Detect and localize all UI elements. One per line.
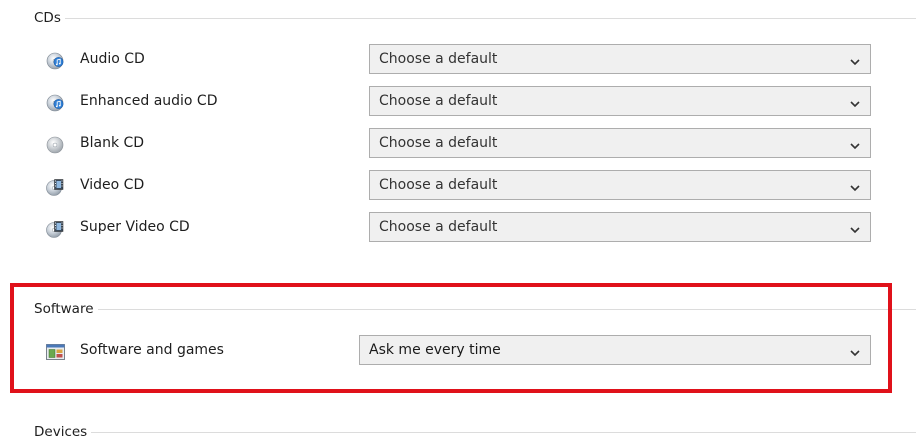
setting-row-video-cd: Video CD Choose a default <box>46 170 876 202</box>
setting-row-super-video-cd: Super Video CD Choose a default <box>46 212 876 244</box>
video-cd-icon <box>46 178 64 196</box>
cds-group-header: CDs <box>34 8 916 28</box>
super-video-cd-default-dropdown[interactable]: Choose a default <box>369 212 871 242</box>
dropdown-selected-value: Choose a default <box>379 135 498 151</box>
cds-group-title: CDs <box>34 10 61 26</box>
group-divider <box>64 17 916 19</box>
software-group-title: Software <box>34 301 94 317</box>
dropdown-selected-value: Choose a default <box>379 177 498 193</box>
setting-row-enhanced-audio-cd: Enhanced audio CD Choose a default <box>46 86 876 118</box>
chevron-down-icon <box>849 346 861 357</box>
setting-label-software-and-games: Software and games <box>80 342 224 358</box>
autoplay-settings-panel: CDs Audio CD Choose a default Enhanced a… <box>0 0 916 437</box>
software-games-icon <box>46 343 65 361</box>
enhanced-audio-cd-icon <box>46 94 64 112</box>
group-divider <box>97 308 916 310</box>
chevron-down-icon <box>849 181 861 192</box>
setting-label-video-cd: Video CD <box>80 177 145 193</box>
dropdown-selected-value: Choose a default <box>379 51 498 67</box>
chevron-down-icon <box>849 139 861 150</box>
devices-group-header: Devices <box>34 422 916 437</box>
dropdown-selected-value: Ask me every time <box>369 342 501 358</box>
setting-label-enhanced-audio-cd: Enhanced audio CD <box>80 93 218 109</box>
video-cd-default-dropdown[interactable]: Choose a default <box>369 170 871 200</box>
super-video-cd-icon <box>46 220 64 238</box>
setting-row-software-and-games: Software and games Ask me every time <box>46 335 876 367</box>
chevron-down-icon <box>849 223 861 234</box>
blank-cd-default-dropdown[interactable]: Choose a default <box>369 128 871 158</box>
enhanced-audio-cd-default-dropdown[interactable]: Choose a default <box>369 86 871 116</box>
dropdown-selected-value: Choose a default <box>379 93 498 109</box>
audio-cd-default-dropdown[interactable]: Choose a default <box>369 44 871 74</box>
setting-row-blank-cd: Blank CD Choose a default <box>46 128 876 160</box>
dropdown-selected-value: Choose a default <box>379 219 498 235</box>
chevron-down-icon <box>849 97 861 108</box>
setting-label-blank-cd: Blank CD <box>80 135 145 151</box>
audio-cd-icon <box>46 52 64 70</box>
devices-group-title: Devices <box>34 424 88 437</box>
group-divider <box>91 431 916 433</box>
setting-row-audio-cd: Audio CD Choose a default <box>46 44 876 76</box>
software-group-header: Software <box>34 299 916 319</box>
software-and-games-default-dropdown[interactable]: Ask me every time <box>359 335 871 365</box>
setting-label-super-video-cd: Super Video CD <box>80 219 190 235</box>
setting-label-audio-cd: Audio CD <box>80 51 145 67</box>
chevron-down-icon <box>849 55 861 66</box>
blank-cd-icon <box>46 136 64 154</box>
